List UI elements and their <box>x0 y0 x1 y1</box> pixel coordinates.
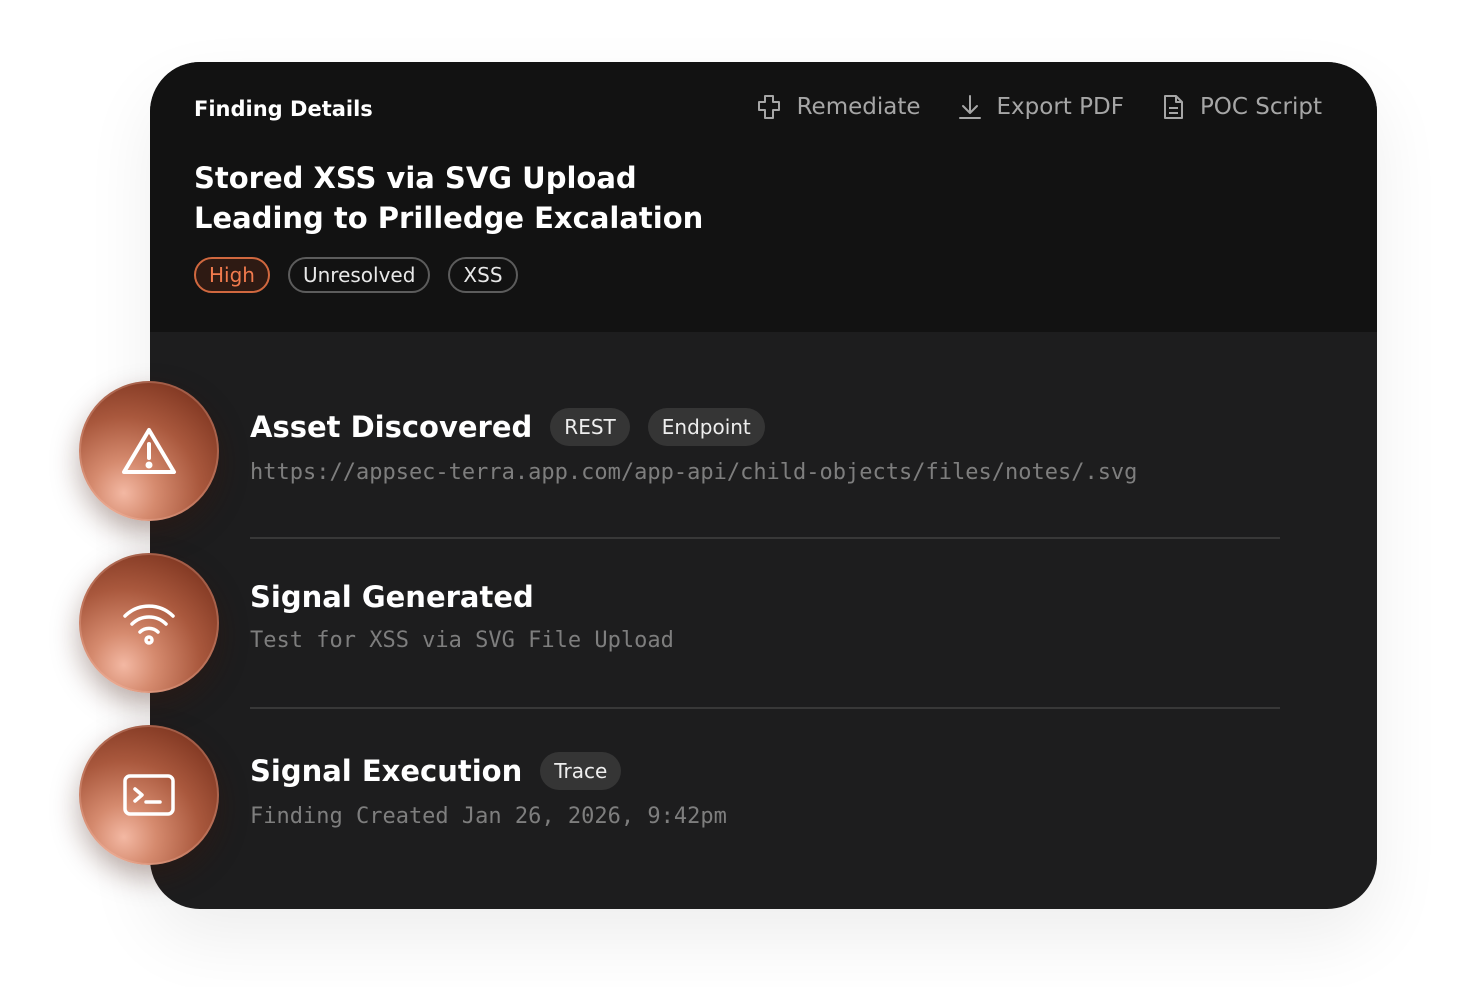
divider <box>250 707 1280 709</box>
puzzle-icon <box>757 95 780 119</box>
finding-title-line-1: Stored XSS via SVG Upload <box>194 161 637 195</box>
header-label: Finding Details <box>194 97 373 121</box>
download-icon <box>958 95 981 119</box>
remediate-button[interactable]: Remediate <box>755 93 921 121</box>
signal-description: Test for XSS via SVG File Upload <box>250 628 674 653</box>
signal-generated-orb <box>79 553 219 693</box>
document-icon <box>1163 95 1183 119</box>
poc-script-button[interactable]: POC Script <box>1160 93 1322 121</box>
status-badge[interactable]: Unresolved <box>287 257 431 293</box>
timeline-step-signal-generated: Signal Generated Test for XSS via SVG Fi… <box>250 580 1280 653</box>
warning-icon <box>122 428 176 474</box>
finding-created-timestamp: Finding Created Jan 26, 2026, 9:42pm <box>250 804 727 829</box>
wifi-icon <box>123 604 175 645</box>
poc-script-label: POC Script <box>1199 94 1322 120</box>
tag-trace[interactable]: Trace <box>540 752 622 790</box>
toolbar: Remediate Export PDF POC Script <box>755 93 1322 121</box>
asset-discovered-orb <box>79 381 219 521</box>
terminal-icon <box>123 774 175 816</box>
finding-card: Finding Details Remediate Export PDF POC… <box>150 62 1377 909</box>
step-title: Signal Execution <box>250 754 523 788</box>
tag-rest: REST <box>550 408 630 446</box>
card-header: Finding Details Remediate Export PDF POC… <box>150 62 1377 332</box>
timeline-step-signal-execution: Signal Execution Trace Finding Created J… <box>250 752 1280 829</box>
step-title: Signal Generated <box>250 580 534 614</box>
tag-endpoint: Endpoint <box>647 408 765 446</box>
finding-title: Stored XSS via SVG Upload Leading to Pri… <box>194 158 703 238</box>
signal-execution-orb <box>79 725 219 865</box>
export-pdf-button[interactable]: Export PDF <box>957 93 1124 121</box>
export-pdf-label: Export PDF <box>996 94 1124 120</box>
remediate-label: Remediate <box>796 94 921 120</box>
step-title: Asset Discovered <box>250 410 533 444</box>
status-chips: High Unresolved XSS <box>194 257 518 293</box>
timeline-step-asset-discovered: Asset Discovered REST Endpoint https://a… <box>250 408 1280 485</box>
severity-badge[interactable]: High <box>194 257 270 293</box>
category-badge[interactable]: XSS <box>448 257 518 293</box>
asset-url[interactable]: https://appsec-terra.app.com/app-api/chi… <box>250 460 1280 485</box>
finding-title-line-2: Leading to Prilledge Excalation <box>194 201 704 235</box>
divider <box>250 537 1280 539</box>
